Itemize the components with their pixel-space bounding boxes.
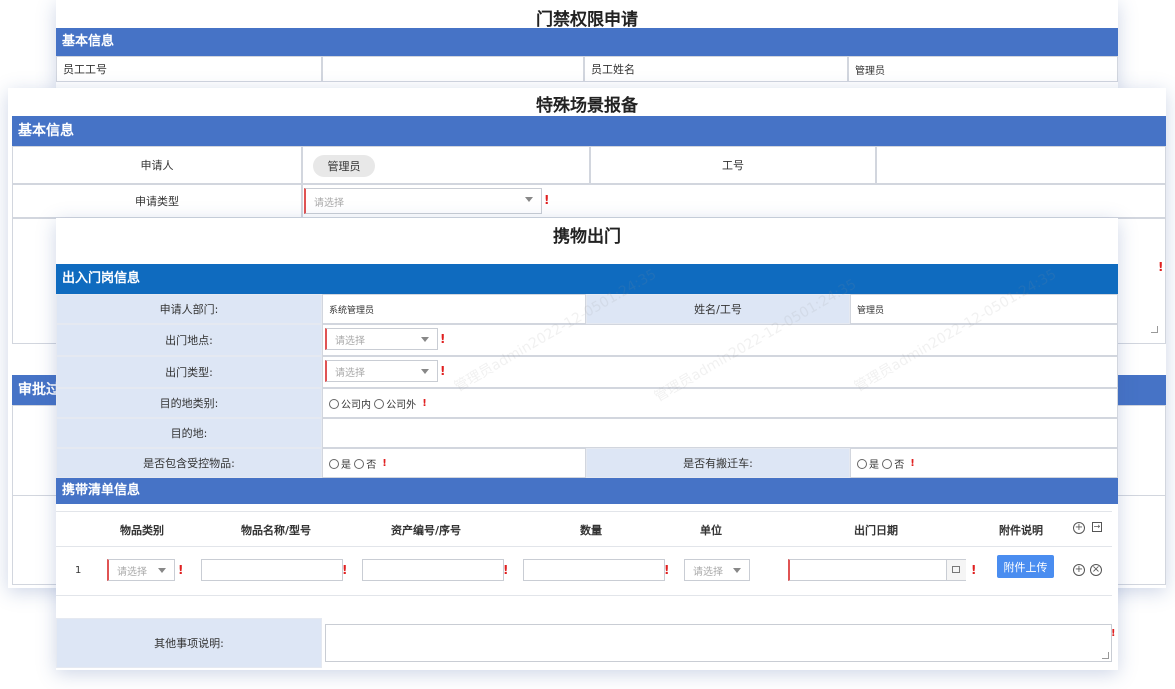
- radio-no[interactable]: 否: [882, 456, 904, 471]
- required-mark: !: [503, 563, 509, 577]
- chevron-down-icon: [421, 337, 429, 342]
- required-mark: !: [1158, 260, 1164, 274]
- applicant-value-cell: 管理员: [302, 146, 590, 184]
- radio-yes[interactable]: 是: [329, 456, 351, 471]
- exit-place-label: 出门地点:: [56, 324, 322, 356]
- radio-yes[interactable]: 是: [857, 456, 879, 471]
- exit-date-input[interactable]: [788, 559, 966, 581]
- applicant-chip: 管理员: [313, 155, 375, 177]
- apply-type-select[interactable]: 请选择: [304, 188, 542, 214]
- access-request-form: 门禁权限申请 基本信息 员工工号 员工姓名 管理员: [56, 0, 1118, 92]
- add-row-icon[interactable]: +: [1073, 564, 1085, 576]
- exit-type-select[interactable]: 请选择: [325, 360, 438, 382]
- radio-circle-icon: [354, 458, 365, 469]
- select-placeholder: 请选择: [314, 197, 344, 209]
- add-row-icon[interactable]: +: [1073, 522, 1085, 534]
- item-name-input[interactable]: [201, 559, 343, 581]
- resize-handle-icon[interactable]: [1151, 326, 1158, 333]
- item-category-select[interactable]: 请选择: [107, 559, 175, 581]
- radio-circle-icon: [329, 398, 339, 409]
- dest-label: 目的地:: [56, 418, 322, 448]
- select-placeholder: 请选择: [335, 367, 365, 379]
- table-row: 1 请选择 ! ! ! ! 请选择 ! 附件上传 + ×: [56, 545, 1112, 596]
- other-label: 其他事项说明:: [56, 618, 322, 668]
- required-mark: !: [971, 563, 977, 577]
- job-no-label: 工号: [590, 146, 876, 184]
- required-mark: !: [440, 364, 446, 378]
- required-mark: !: [1111, 628, 1116, 639]
- job-no-value[interactable]: [876, 146, 1166, 184]
- required-mark: !: [342, 563, 348, 577]
- emp-name-value: 管理员: [848, 56, 1118, 82]
- chevron-down-icon: [525, 197, 533, 202]
- select-placeholder: 请选择: [117, 566, 147, 578]
- col-quantity: 数量: [580, 524, 602, 537]
- applicant-label: 申请人: [12, 146, 302, 184]
- dest-type-label: 目的地类别:: [56, 388, 322, 418]
- col-exit-date: 出门日期: [854, 524, 898, 537]
- section-basic-info: 基本信息: [12, 116, 1166, 146]
- unit-select[interactable]: 请选择: [684, 559, 750, 581]
- controlled-label: 是否包含受控物品:: [56, 448, 322, 478]
- col-item-name: 物品名称/型号: [240, 524, 312, 537]
- quantity-input[interactable]: [523, 559, 665, 581]
- form-title: 门禁权限申请: [536, 10, 638, 30]
- emp-id-value[interactable]: [322, 56, 584, 82]
- dest-type-cell: 公司内 公司外 !: [322, 388, 1118, 418]
- section-carry-list: 携带清单信息: [56, 478, 1118, 504]
- import-icon[interactable]: →: [1092, 522, 1102, 532]
- moving-options: 是 否 !: [850, 448, 1118, 478]
- emp-name-label: 员工姓名: [584, 56, 848, 82]
- form-title: 特殊场景报备: [536, 96, 638, 116]
- section-gate-info: 出入门岗信息: [56, 264, 1118, 294]
- form-title: 携物出门: [553, 227, 621, 247]
- other-remarks-textarea[interactable]: [325, 624, 1112, 662]
- carry-out-form: 携物出门 出入门岗信息 申请人部门: 系统管理员 姓名/工号 管理员 出门地点:…: [56, 218, 1118, 670]
- apply-type-label: 申请类型: [12, 184, 302, 218]
- emp-id-label: 员工工号: [56, 56, 322, 82]
- dept-label: 申请人部门:: [56, 294, 322, 324]
- chevron-down-icon: [733, 568, 741, 573]
- calendar-icon[interactable]: [946, 560, 966, 580]
- required-mark: !: [544, 193, 550, 207]
- row-index: 1: [75, 565, 82, 576]
- select-placeholder: 请选择: [335, 335, 365, 347]
- radio-circle-icon: [882, 458, 893, 469]
- chevron-down-icon: [158, 568, 166, 573]
- required-mark: !: [422, 397, 427, 409]
- col-asset-no: 资产编号/序号: [390, 524, 462, 537]
- radio-circle-icon: [857, 458, 867, 469]
- radio-no[interactable]: 否: [354, 456, 376, 471]
- exit-type-label: 出门类型:: [56, 356, 322, 388]
- dept-value: 系统管理员: [322, 294, 586, 324]
- carry-table-header: 物品类别 物品名称/型号 资产编号/序号 数量 单位 出门日期 附件说明 + →: [56, 511, 1112, 547]
- chevron-down-icon: [421, 369, 429, 374]
- controlled-options: 是 否 !: [322, 448, 586, 478]
- section-basic-info: 基本信息: [56, 28, 1118, 56]
- select-placeholder: 请选择: [693, 566, 723, 578]
- col-item-category: 物品类别: [120, 524, 164, 537]
- required-mark: !: [910, 457, 915, 469]
- upload-attachment-button[interactable]: 附件上传: [997, 555, 1054, 578]
- remove-row-icon[interactable]: ×: [1090, 564, 1102, 576]
- radio-company-outside[interactable]: 公司外: [374, 396, 416, 411]
- col-attachment: 附件说明: [999, 524, 1043, 537]
- required-mark: !: [178, 563, 184, 577]
- radio-circle-icon: [329, 458, 339, 469]
- asset-no-input[interactable]: [362, 559, 504, 581]
- required-mark: !: [664, 563, 670, 577]
- required-mark: !: [440, 332, 446, 346]
- required-mark: !: [382, 457, 387, 469]
- exit-place-select[interactable]: 请选择: [325, 328, 438, 350]
- radio-company-inside[interactable]: 公司内: [329, 396, 371, 411]
- radio-circle-icon: [374, 398, 385, 409]
- col-unit: 单位: [700, 524, 722, 537]
- moving-label: 是否有搬迁车:: [586, 448, 850, 478]
- dest-value[interactable]: [322, 418, 1118, 448]
- resize-handle-icon[interactable]: [1102, 652, 1109, 659]
